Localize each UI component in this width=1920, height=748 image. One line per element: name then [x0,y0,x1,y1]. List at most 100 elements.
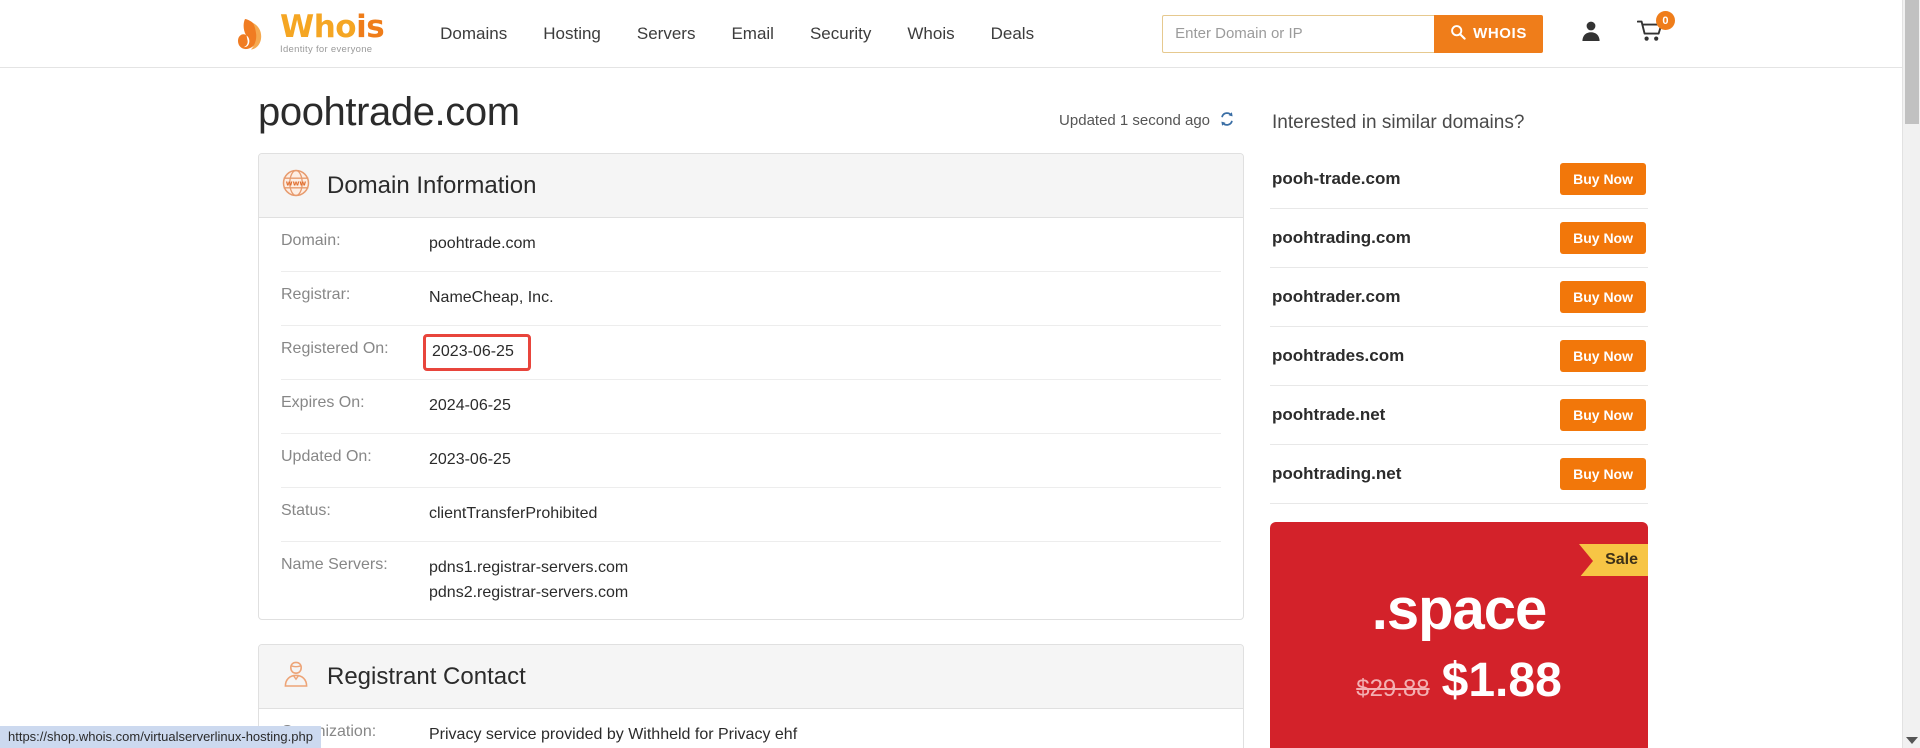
main-column: poohtrade.com Updated 1 second ago www D… [258,90,1244,748]
buy-now-button[interactable]: Buy Now [1560,163,1646,195]
domain-information-card: www Domain Information Domain: poohtrade… [258,153,1244,621]
search-input[interactable] [1162,14,1435,53]
domain-information-body: Domain: poohtrade.com Registrar: NameChe… [259,218,1243,619]
logo-tagline: Identity for everyone [280,44,373,56]
domain-search-form: WHOIS [1162,14,1543,53]
table-row-name-servers: Name Servers: pdns1.registrar-servers.co… [281,542,1221,620]
similar-domains-sidebar: Interested in similar domains? pooh-trad… [1270,90,1648,748]
table-row-registered-on: Registered On: 2023-06-25 [281,326,1221,381]
table-row: Registrar: NameCheap, Inc. [281,272,1221,326]
main-navigation: Domains Hosting Servers Email Security W… [422,16,1052,52]
buy-now-button[interactable]: Buy Now [1560,399,1646,431]
scroll-down-arrow-icon[interactable] [1906,737,1918,744]
registrant-contact-header: Registrant Contact [259,645,1243,710]
registrant-contact-card: Registrant Contact Organization: Privacy… [258,644,1244,748]
domain-information-header: www Domain Information [259,154,1243,218]
nav-item-hosting[interactable]: Hosting [525,16,619,52]
list-item: poohtrading.com Buy Now [1270,209,1648,268]
suggested-domain-name[interactable]: poohtrading.net [1272,464,1401,484]
buy-now-button[interactable]: Buy Now [1560,340,1646,372]
row-value: Privacy service provided by Withheld for… [429,726,798,744]
table-row: Domain: poohtrade.com [281,218,1221,272]
www-globe-icon: www [281,168,311,203]
person-icon [281,659,311,694]
nav-item-deals[interactable]: Deals [973,16,1052,52]
sale-ribbon-badge: Sale [1579,544,1648,578]
registrant-contact-body: Organization: Privacy service provided b… [259,709,1243,748]
name-server-item: pdns1.registrar-servers.com [429,558,629,576]
name-server-item: pdns2.registrar-servers.com [429,583,629,601]
promo-price-row: $29.88 $1.88 [1270,653,1648,708]
page-title: poohtrade.com [258,90,520,134]
site-header: Whois Identity for everyone Domains Host… [0,0,1902,68]
nav-item-whois[interactable]: Whois [889,16,972,52]
row-label: Domain: [281,232,341,249]
whois-logo-icon [232,13,274,55]
list-item: pooh-trade.com Buy Now [1270,150,1648,209]
account-button[interactable] [1579,19,1603,48]
row-label: Name Servers: [281,555,388,573]
row-value: 2024-06-25 [429,397,511,415]
search-icon [1450,24,1466,44]
list-item: poohtrades.com Buy Now [1270,327,1648,386]
list-item: poohtrade.net Buy Now [1270,386,1648,445]
whois-search-button[interactable]: WHOIS [1434,14,1543,53]
list-item: poohtrading.net Buy Now [1270,445,1648,504]
logo-word-part1: Who [280,9,357,46]
domain-title-row: poohtrade.com Updated 1 second ago [258,90,1244,135]
header-icon-group: 0 [1579,11,1675,48]
cart-count-badge: 0 [1655,11,1675,30]
registrant-contact-title: Registrant Contact [327,662,526,690]
buy-now-button[interactable]: Buy Now [1560,458,1646,490]
table-row: Organization: Privacy service provided b… [281,709,1221,748]
table-row: Status: clientTransferProhibited [281,488,1221,542]
browser-viewport: Whois Identity for everyone Domains Host… [0,0,1920,748]
registered-on-highlight: 2023-06-25 [423,333,531,372]
buy-now-button[interactable]: Buy Now [1560,281,1646,313]
logo-word-part2: is [356,9,385,46]
table-row: Expires On: 2024-06-25 [281,380,1221,435]
sidebar-title: Interested in similar domains? [1272,112,1525,133]
buy-now-button[interactable]: Buy Now [1560,222,1646,254]
promo-new-price: $1.88 [1441,654,1562,707]
suggested-domain-name[interactable]: poohtrader.com [1272,287,1400,307]
suggested-domain-name[interactable]: poohtrade.net [1272,405,1385,425]
row-value-wrapper: 2023-06-25 [423,333,531,372]
suggested-domain-name[interactable]: poohtrades.com [1272,346,1404,366]
table-row: Updated On: 2023-06-25 [281,434,1221,488]
row-value: NameCheap, Inc. [429,288,554,306]
cart-button[interactable]: 0 [1636,11,1675,48]
row-label: Registered On: [281,339,389,357]
row-label: Status: [281,501,331,519]
promo-tld-label: .space [1371,577,1548,642]
row-value: 2023-06-25 [432,342,514,360]
nav-item-domains[interactable]: Domains [422,16,525,52]
row-label: Expires On: [281,394,365,412]
suggested-domain-name[interactable]: poohtrading.com [1272,228,1411,248]
whois-search-button-label: WHOIS [1473,25,1527,42]
page-content: poohtrade.com Updated 1 second ago www D… [0,68,1920,748]
updated-status-label: Updated 1 second ago [1059,112,1210,129]
svg-text:www: www [286,179,307,188]
row-value: poohtrade.com [429,235,536,252]
promo-banner-space[interactable]: Sale .space $29.88 $1.88 [1270,522,1648,748]
nav-item-security[interactable]: Security [792,16,889,52]
suggested-domain-name[interactable]: pooh-trade.com [1272,169,1400,189]
row-value: clientTransferProhibited [429,504,598,522]
nav-item-email[interactable]: Email [713,16,792,52]
list-item: poohtrader.com Buy Now [1270,268,1648,327]
row-value: pdns1.registrar-servers.com pdns2.regist… [429,556,628,606]
scrollbar-thumb[interactable] [1905,0,1919,124]
row-label: Registrar: [281,285,351,303]
updated-status: Updated 1 second ago [1059,110,1236,132]
row-value: 2023-06-25 [429,451,511,469]
browser-status-bar: https://shop.whois.com/virtualserverlinu… [0,726,321,748]
site-logo[interactable]: Whois Identity for everyone [232,9,385,56]
row-label: Updated On: [281,448,372,466]
promo-old-price: $29.88 [1356,675,1430,702]
refresh-icon[interactable] [1218,110,1236,132]
page-scrollbar[interactable] [1902,0,1920,748]
nav-item-servers[interactable]: Servers [619,16,714,52]
user-icon [1579,19,1603,48]
domain-information-title: Domain Information [327,171,537,199]
